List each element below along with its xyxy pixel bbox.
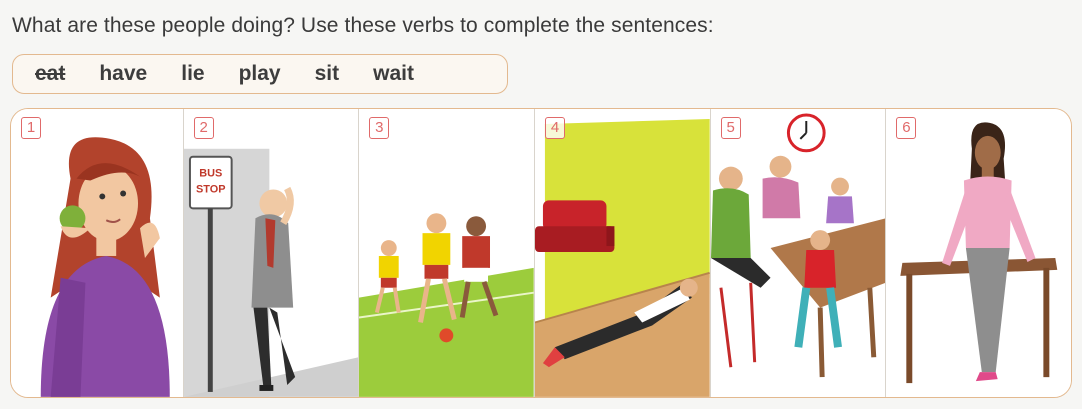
verb-sit: sit — [314, 62, 340, 85]
verb-play: play — [238, 62, 281, 85]
boys-playing-football-illustration — [359, 213, 535, 397]
verb-eat: eat — [35, 62, 66, 85]
panel-5: 5 — [710, 109, 887, 397]
panel-2: 2 BUS STOP — [183, 109, 360, 397]
woman-sitting-on-table-illustration — [900, 122, 1058, 384]
panel-1: 1 — [11, 109, 184, 397]
panel-number: 4 — [545, 117, 566, 139]
man-lying-on-floor-illustration — [535, 119, 710, 397]
panel-number: 3 — [369, 117, 390, 139]
woman-eating-apple-illustration — [40, 137, 170, 397]
panel-number: 5 — [720, 117, 741, 139]
family-having-dinner-illustration — [710, 113, 886, 378]
verb-wait: wait — [373, 62, 414, 85]
bus-stop-sign-line-2: STOP — [196, 183, 226, 195]
panel-number: 1 — [21, 117, 41, 139]
panel-number: 2 — [193, 117, 214, 139]
picture-panels: 1 2 BUS STOP 3 4 5 6 — [10, 108, 1072, 398]
verb-have: have — [99, 62, 148, 85]
panel-3: 3 — [359, 109, 536, 397]
bus-stop-sign-line-1: BUS — [199, 168, 222, 180]
panel-number: 6 — [896, 117, 917, 139]
panel-6: 6 — [886, 109, 1071, 397]
verb-word-box: eat have lie play sit wait — [12, 54, 508, 94]
panel-4: 4 — [535, 109, 711, 397]
man-at-bus-stop-illustration: BUS STOP — [183, 148, 359, 397]
exercise-instruction: What are these people doing? Use these v… — [12, 14, 714, 37]
verb-lie: lie — [181, 62, 205, 85]
